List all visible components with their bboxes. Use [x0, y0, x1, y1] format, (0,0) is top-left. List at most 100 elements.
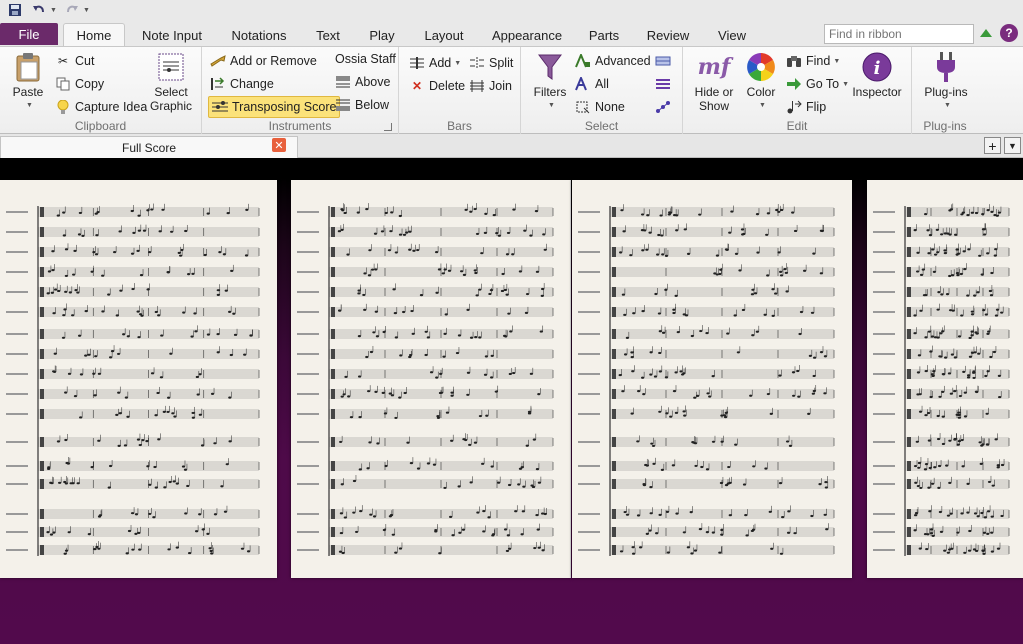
flip-label: Flip: [806, 100, 827, 114]
svg-text:i: i: [874, 58, 881, 79]
join-icon: [469, 78, 485, 94]
go-to-label: Go To: [806, 77, 840, 91]
staff-above-icon: [335, 74, 351, 90]
tab-play[interactable]: Play: [362, 24, 402, 46]
cut-button[interactable]: ✂ Cut: [55, 51, 94, 71]
score-workspace[interactable]: [0, 158, 1023, 644]
edit-group-label: Edit: [786, 119, 808, 133]
group-plugins: Plug-ins ▼ Plug-ins: [912, 47, 978, 135]
undo-dropdown-icon[interactable]: ▼: [50, 7, 57, 14]
join-bar-button[interactable]: Join: [469, 76, 512, 96]
tab-text[interactable]: Text: [308, 24, 348, 46]
tab-layout[interactable]: Layout: [418, 24, 470, 46]
plugins-label: Plug-ins: [924, 85, 968, 99]
score-page-1[interactable]: [0, 180, 277, 578]
filters-dropdown-icon: ▼: [548, 102, 555, 109]
redo-icon[interactable]: [63, 1, 81, 19]
menu-icon[interactable]: ▼: [1004, 137, 1021, 154]
copy-button[interactable]: Copy: [55, 74, 104, 94]
select-graphic-mode-button[interactable]: [655, 97, 675, 117]
select-graphic-label-1: Select: [154, 85, 188, 99]
bars-group-label: Bars: [447, 119, 472, 133]
save-icon[interactable]: [6, 1, 24, 19]
help-icon[interactable]: ?: [1000, 24, 1018, 42]
color-button[interactable]: Color ▼: [743, 51, 779, 113]
select-graphic-label-2: Graphic: [149, 99, 193, 113]
delete-bar-button[interactable]: ✕ Delete: [409, 76, 465, 96]
add-bar-label: Add: [429, 56, 452, 70]
select-system-button[interactable]: [655, 51, 675, 71]
select-none-button[interactable]: None: [575, 97, 625, 117]
tab-file[interactable]: File: [0, 23, 58, 45]
advanced-select-icon: [575, 53, 591, 69]
transposing-score-icon: [212, 99, 228, 115]
trumpet-icon: [210, 53, 226, 69]
split-bar-button[interactable]: Split: [469, 53, 513, 73]
score-page-4[interactable]: [867, 180, 1023, 578]
color-label: Color: [746, 85, 776, 99]
plus-icon[interactable]: +: [984, 137, 1001, 154]
transposing-score-button[interactable]: Transposing Score: [208, 96, 341, 118]
filters-button[interactable]: Filters ▼: [529, 51, 571, 113]
binoculars-icon: [786, 53, 802, 69]
select-all-button[interactable]: All: [575, 74, 609, 94]
select-graphic-button[interactable]: Select Graphic: [148, 51, 194, 113]
go-to-button[interactable]: Go To ▼: [786, 74, 849, 94]
hide-or-show-button[interactable]: mf Hide or Show: [691, 51, 737, 113]
color-dropdown-icon: ▼: [759, 102, 766, 109]
minimize-ribbon-icon[interactable]: [980, 29, 992, 37]
clipboard-group-label: Clipboard: [74, 119, 127, 133]
flip-button[interactable]: Flip: [786, 97, 826, 117]
none-label: None: [595, 100, 625, 114]
ossia-below-button[interactable]: Below: [335, 95, 389, 115]
tab-appearance[interactable]: Appearance: [488, 24, 566, 46]
tab-review[interactable]: Review: [643, 24, 693, 46]
tab-home[interactable]: Home: [63, 23, 125, 47]
select-group-label: Select: [584, 119, 619, 133]
ribbon-search-input[interactable]: [824, 24, 974, 44]
dynamics-mf-icon: mf: [697, 54, 731, 80]
inspector-button[interactable]: i Inspector: [849, 51, 905, 99]
score-page-3[interactable]: [572, 180, 852, 578]
delete-bar-label: Delete: [429, 79, 466, 93]
select-system-icon: [655, 53, 671, 69]
tab-parts[interactable]: Parts: [584, 24, 624, 46]
redo-dropdown-icon[interactable]: ▼: [83, 7, 90, 14]
select-advanced-button[interactable]: Advanced: [575, 51, 651, 71]
filters-label: Filters: [533, 85, 567, 99]
tab-note-input[interactable]: Note Input: [135, 24, 209, 46]
add-or-remove-button[interactable]: Add or Remove: [210, 51, 317, 71]
change-button[interactable]: Change: [210, 74, 274, 94]
score-page-2[interactable]: [291, 180, 571, 578]
ossia-above-button[interactable]: Above: [335, 72, 390, 92]
undo-icon[interactable]: [30, 1, 48, 19]
select-more-icon: [655, 76, 671, 92]
group-edit: mf Hide or Show Color ▼ Find ▼ Go To ▼ F…: [683, 47, 912, 135]
tab-full-score[interactable]: Full Score: [0, 136, 298, 158]
hide-or-show-label-1: Hide or: [694, 85, 734, 99]
capture-idea-button[interactable]: Capture Idea: [55, 97, 147, 117]
select-none-icon: [575, 99, 591, 115]
plug-icon: [930, 51, 962, 83]
plugins-group-label: Plug-ins: [923, 119, 967, 133]
below-label: Below: [355, 98, 390, 112]
plugins-button[interactable]: Plug-ins ▼: [918, 51, 974, 113]
find-dropdown-icon: ▼: [833, 57, 841, 65]
find-button[interactable]: Find ▼: [786, 51, 840, 71]
select-more-button[interactable]: [655, 74, 675, 94]
copy-icon: [55, 76, 71, 92]
green-arrow-icon: [786, 76, 802, 92]
copy-label: Copy: [75, 77, 105, 91]
split-icon: [469, 55, 485, 71]
transposing-score-label: Transposing Score: [232, 100, 337, 114]
close-icon[interactable]: ✕: [272, 138, 286, 152]
tab-view[interactable]: View: [712, 24, 752, 46]
ossia-staff-button[interactable]: Ossia Staff: [335, 49, 396, 69]
paste-button[interactable]: Paste ▼: [8, 51, 48, 113]
add-bar-button[interactable]: Add ▼: [409, 53, 461, 73]
join-bar-label: Join: [489, 79, 512, 93]
instruments-dialog-launcher-icon[interactable]: [384, 123, 392, 131]
clipboard-icon: [12, 51, 44, 83]
tab-notations[interactable]: Notations: [222, 24, 296, 46]
document-tab-bar: Full Score ✕ + ▼: [0, 134, 1023, 158]
